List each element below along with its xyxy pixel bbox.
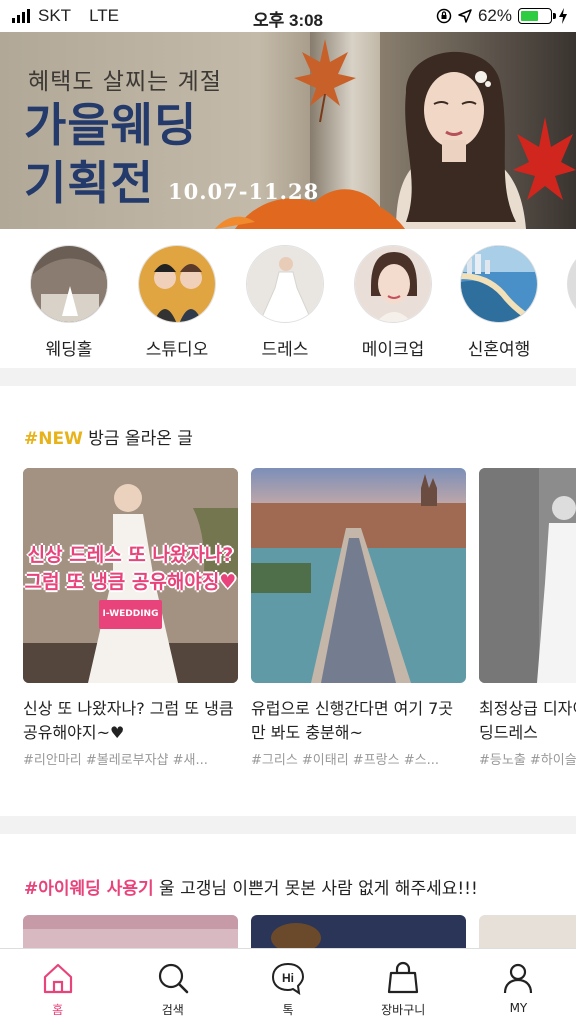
honeymoon-thumbnail <box>460 245 538 323</box>
bottom-tab-bar: 홈 검색 Hi 톡 장바구니 MY <box>0 948 576 1024</box>
post-card[interactable]: 유럽으로 신행간다면 여기 7곳만 봐도 충분해~ #그리스 #이태리 #프랑스… <box>251 468 466 768</box>
post-overlay-text: 신상 드레스 또 나왔자나? 그럼 또 냉큼 공유해야징♥ I-WEDDING <box>23 542 238 629</box>
user-icon <box>504 963 533 994</box>
banner-subtitle: 혜택도 살찌는 계절 <box>28 69 222 95</box>
overlay-line2: 그럼 또 냉큼 공유해야징♥ <box>24 571 237 593</box>
new-posts-section: #NEW 방금 올라온 글 신상 드레스 또 나왔자나? 그럼 또 냉큼 공유해… <box>0 386 576 816</box>
battery-icon <box>518 8 556 24</box>
new-tag: #NEW <box>24 429 83 449</box>
tab-label: 장바구니 <box>381 1003 426 1017</box>
post-thumbnail <box>479 468 576 683</box>
category-label: 메이크업 <box>361 340 425 360</box>
wedding-hall-thumbnail <box>30 245 108 323</box>
tab-search[interactable]: 검색 <box>115 949 230 1024</box>
banner-title-line1: 가을웨딩 <box>24 98 198 152</box>
review-card-thumbnail[interactable] <box>251 915 466 948</box>
new-section-heading: #NEW 방금 올라온 글 <box>24 424 193 449</box>
category-label: 스튜디오 <box>145 340 209 360</box>
category-dress[interactable]: 드레스 <box>245 245 325 360</box>
category-wedding-hall[interactable]: 웨딩홀 <box>29 245 109 360</box>
overlay-badge: I-WEDDING <box>98 600 163 629</box>
post-tags: #리안마리 #볼레로부자샵 #새... <box>23 753 208 768</box>
review-section: #아이웨딩 사용기 울 고갱님 이쁜거 못본 사람 없게 해주세요!!! <box>0 834 576 948</box>
post-tags: #등노출 #하이슬릿 <box>479 753 576 768</box>
review-card-thumbnail[interactable] <box>23 915 238 948</box>
tab-home[interactable]: 홈 <box>0 949 115 1024</box>
dress-thumbnail <box>246 245 324 323</box>
post-thumbnail: 신상 드레스 또 나왔자나? 그럼 또 냉큼 공유해야징♥ I-WEDDING <box>23 468 238 683</box>
post-title: 최정상급 디자이너가 제안한 웨딩드레스 <box>479 699 576 742</box>
battery-percent: 62% <box>477 6 512 25</box>
charging-bolt-icon <box>559 8 567 24</box>
chat-hi-icon: Hi <box>271 962 305 995</box>
home-icon <box>43 963 72 994</box>
search-icon <box>158 963 189 994</box>
category-thumbnail-partial <box>567 245 576 323</box>
location-arrow-icon <box>458 9 472 23</box>
post-title: 유럽으로 신행간다면 여기 7곳만 봐도 충분해~ <box>251 699 454 742</box>
tab-cart[interactable]: 장바구니 <box>346 949 461 1024</box>
shopping-bag-icon <box>388 961 419 994</box>
category-next-partial[interactable] <box>566 245 576 323</box>
banner-title: 가을웨딩 기획전 10.07-11.28 <box>24 96 319 221</box>
post-tags: #그리스 #이태리 #프랑스 #스... <box>251 753 439 768</box>
review-tag: #아이웨딩 사용기 <box>24 879 154 899</box>
red-maple-leaf-decoration <box>513 117 576 200</box>
banner-title-line2: 기획전 <box>24 156 154 210</box>
status-bar: SKT LTE 오후 3:08 62% <box>0 0 576 32</box>
category-row: 웨딩홀 스튜디오 드레스 메이크업 신혼여행 <box>0 229 576 368</box>
review-section-heading-text: 울 고갱님 이쁜거 못본 사람 없게 해주세요!!! <box>153 879 478 899</box>
makeup-thumbnail <box>354 245 432 323</box>
orientation-lock-icon <box>436 8 452 24</box>
new-section-heading-text: 방금 올라온 글 <box>82 429 193 449</box>
post-card[interactable]: 최정상급 디자이너가 제안한 웨딩드레스 #등노출 #하이슬릿 <box>479 468 576 768</box>
category-label: 웨딩홀 <box>45 340 93 360</box>
promo-banner[interactable]: 혜택도 살찌는 계절 가을웨딩 기획전 10.07-11.28 <box>0 32 576 229</box>
category-makeup[interactable]: 메이크업 <box>353 245 433 360</box>
tab-label: MY <box>509 1001 528 1015</box>
svg-text:Hi: Hi <box>282 971 294 985</box>
tab-label: 톡 <box>282 1003 294 1017</box>
tab-talk[interactable]: Hi 톡 <box>230 949 345 1024</box>
tab-my[interactable]: MY <box>461 949 576 1024</box>
tab-label: 검색 <box>161 1003 184 1017</box>
category-label: 드레스 <box>261 340 309 360</box>
category-label: 신혼여행 <box>467 340 531 360</box>
post-card[interactable]: 신상 드레스 또 나왔자나? 그럼 또 냉큼 공유해야징♥ I-WEDDING … <box>23 468 238 768</box>
review-section-heading: #아이웨딩 사용기 울 고갱님 이쁜거 못본 사람 없게 해주세요!!! <box>24 874 478 899</box>
post-title: 신상 또 나왔자나? 그럼 또 냉큼 공유해야지~♥ <box>23 699 234 742</box>
tab-label: 홈 <box>52 1003 64 1017</box>
overlay-line1: 신상 드레스 또 나왔자나? <box>27 544 234 566</box>
studio-thumbnail <box>138 245 216 323</box>
banner-date-range: 10.07-11.28 <box>167 179 320 204</box>
category-honeymoon[interactable]: 신혼여행 <box>459 245 539 360</box>
category-studio[interactable]: 스튜디오 <box>137 245 217 360</box>
post-thumbnail <box>251 468 466 683</box>
review-card-thumbnail[interactable] <box>479 915 576 948</box>
